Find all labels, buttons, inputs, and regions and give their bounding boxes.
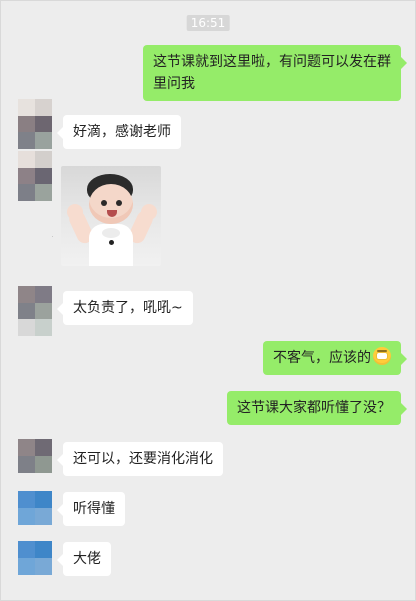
photo-detail [141,204,157,220]
timestamp: 16:51 [186,15,230,31]
avatar[interactable] [18,151,52,201]
message-text: 不客气，应该的 [273,350,371,366]
message-text: 好滴，感谢老师 [73,124,171,140]
message-text: 这节课就到这里啦，有问题可以发在群 [153,54,391,70]
avatar[interactable] [18,491,52,525]
message-bubble-right[interactable]: 这节课就到这里啦，有问题可以发在群 里问我 [143,45,407,101]
message-bubble-right[interactable]: 这节课大家都听懂了没？ [227,391,407,425]
photo-detail [102,228,120,238]
photo-detail [116,200,122,206]
avatar[interactable] [18,439,52,473]
baby-photo-image[interactable] [61,166,161,266]
photo-detail [109,240,114,245]
avatar[interactable] [18,541,52,575]
message-bubble-left[interactable]: 还可以，还要消化消化 [57,442,223,476]
grimacing-emoji-icon [373,347,391,365]
photo-detail [67,204,83,220]
message-bubble-left[interactable]: 太负责了，吼吼~ [57,291,193,325]
avatar[interactable] [18,286,52,336]
avatar[interactable] [18,99,52,149]
message-bubble-left[interactable]: 听得懂 [57,492,125,526]
message-text: 这节课大家都听懂了没？ [237,400,391,416]
message-text: 大佬 [73,551,101,567]
photo-detail [101,200,107,206]
message-text: 太负责了，吼吼~ [73,300,183,316]
message-bubble-left[interactable]: 大佬 [57,542,111,576]
message-bubble-left[interactable]: 好滴，感谢老师 [57,115,181,149]
message-text: 听得懂 [73,501,115,517]
message-bubble-right[interactable]: 不客气，应该的 [263,341,407,375]
photo-detail [89,184,133,224]
decorative-dot [52,236,53,237]
message-text: 里问我 [153,76,195,92]
chat-window: 16:51 这节课就到这里啦，有问题可以发在群 里问我 好滴，感谢老师 太负责了… [0,0,416,601]
message-text: 还可以，还要消化消化 [73,451,213,467]
